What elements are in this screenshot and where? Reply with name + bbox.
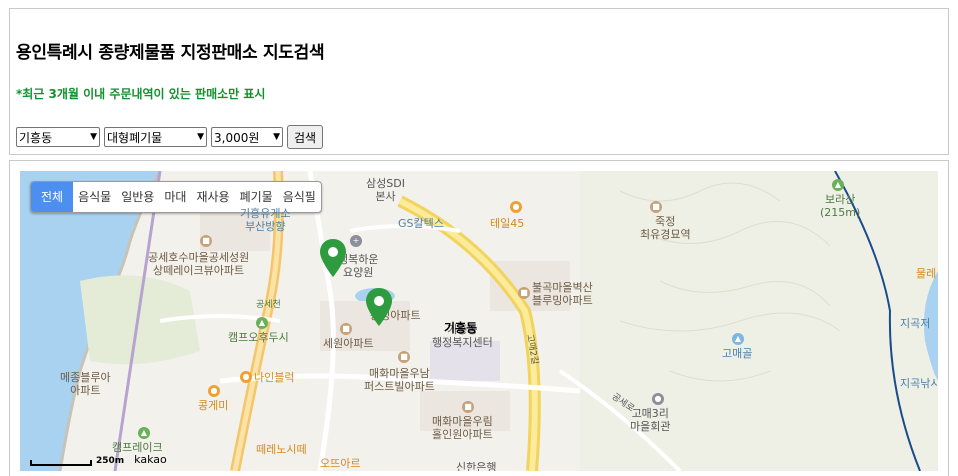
area-icon: ▲	[732, 333, 744, 345]
price-select-value: 3,000원	[214, 130, 260, 145]
place-label: 나인블럭	[254, 371, 295, 384]
apartment-icon: ■	[398, 351, 410, 363]
place-label: 공세호수마을공세성원 상떼레이크뷰아파트	[148, 251, 250, 277]
place-label: 죽정 최유경묘역	[640, 215, 691, 241]
place-label: 떼레노시떼	[256, 443, 307, 456]
tab-all[interactable]: 전체	[31, 182, 74, 212]
chevron-down-icon: ▼	[197, 132, 204, 142]
place-label: 불곡마을벽산 블루밍아파트	[532, 281, 593, 307]
place-label: 고매골	[722, 347, 753, 360]
map-provider-logo: kakao	[134, 453, 167, 466]
landmark-icon: ■	[650, 201, 662, 213]
place-label: 캠프오후두시	[228, 331, 289, 344]
building-icon: ●	[652, 393, 664, 405]
map-panel: 전체 음식물 일반용 마대 재사용 폐기물 음식필 삼성SDI 본사 GS칼텍스…	[9, 160, 949, 476]
place-label: 매화마을우남 퍼스트빌아파트	[364, 367, 435, 393]
price-select[interactable]: 3,000원 ▼	[211, 127, 283, 147]
place-label: 테일45	[490, 217, 525, 230]
scale-bar	[30, 460, 92, 466]
place-label: 매화마을우림 홀인원아파트	[432, 415, 493, 441]
apartment-icon: ■	[200, 235, 212, 247]
search-panel: 용인특례시 종량제물품 지정판매소 지도검색 *최근 3개월 이내 주문내역이 …	[9, 8, 949, 155]
apartment-icon: ■	[518, 287, 530, 299]
item-type-select[interactable]: 대형폐기물 ▼	[104, 127, 207, 147]
dong-select-value: 기흥동	[19, 130, 53, 145]
place-label: 오뜨아르	[320, 457, 361, 470]
chevron-down-icon: ▼	[90, 132, 97, 142]
place-label: 고매3리 마을회관	[630, 407, 671, 433]
store-marker[interactable]	[320, 239, 346, 277]
mountain-icon: ▲	[832, 179, 844, 191]
restaurant-icon: ●	[208, 385, 220, 397]
chevron-down-icon: ▼	[273, 132, 280, 142]
scale-distance: 250m	[96, 456, 125, 466]
store-marker[interactable]	[366, 288, 392, 326]
dong-select[interactable]: 기흥동 ▼	[16, 127, 100, 147]
tab-food-waste[interactable]: 음식물	[73, 182, 116, 212]
tab-sack[interactable]: 마대	[159, 182, 191, 212]
place-label: 지곡저	[900, 317, 931, 330]
place-label: GS칼텍스	[398, 217, 444, 230]
recent-order-notice: *최근 3개월 이내 주문내역이 있는 판매소만 표시	[16, 87, 266, 101]
item-type-select-value: 대형폐기물	[107, 130, 163, 145]
cafe-icon: ●	[240, 371, 252, 383]
map-view[interactable]: 전체 음식물 일반용 마대 재사용 폐기물 음식필 삼성SDI 본사 GS칼텍스…	[20, 171, 938, 471]
tab-general[interactable]: 일반용	[116, 182, 159, 212]
tab-reuse[interactable]: 재사용	[191, 182, 234, 212]
apartment-icon: ■	[340, 323, 352, 335]
apartment-icon: ■	[462, 401, 474, 413]
park-icon: ▲	[256, 317, 268, 329]
region-label: 기흥동	[444, 321, 478, 335]
place-label: 세원아파트	[323, 337, 374, 350]
place-label: 공세천	[256, 300, 281, 310]
map-scale: 250m kakao	[30, 453, 167, 466]
place-label: 물레	[916, 267, 937, 280]
place-label: 삼성SDI 본사	[366, 177, 405, 203]
park-icon: ▲	[138, 427, 150, 439]
place-label: 지곡낚시	[900, 377, 938, 390]
place-label: 신한은행	[456, 461, 497, 471]
restaurant-icon: ●	[510, 201, 522, 213]
place-label: 콩게미	[198, 399, 229, 412]
page-title: 용인특례시 종량제물품 지정판매소 지도검색	[16, 43, 325, 63]
place-label: 기흥유게소 부산방향	[240, 207, 291, 233]
place-label: 메종블루아 아파트	[60, 371, 111, 397]
facility-icon: +	[350, 235, 362, 247]
filter-controls: 기흥동 ▼ 대형폐기물 ▼ 3,000원 ▼ 검색	[16, 125, 324, 149]
search-button[interactable]: 검색	[287, 125, 324, 149]
place-label: 보라산 (215m)	[820, 193, 861, 219]
